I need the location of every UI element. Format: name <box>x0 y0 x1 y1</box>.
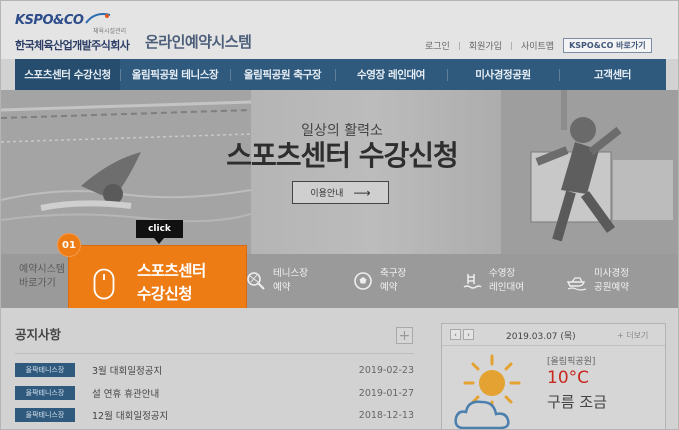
runner-image <box>501 90 678 254</box>
notice-date: 2019-01-27 <box>358 387 414 399</box>
login-link[interactable]: 로그인 <box>425 39 450 52</box>
logo-swoosh-icon <box>85 13 111 24</box>
weather-next-button[interactable]: › <box>463 329 474 340</box>
weather-widget: ‹ › 2019.03.07 (목) + 더보기 [올림픽공원] 10°C 구름… <box>441 323 666 429</box>
label-line1: 스포츠센터 <box>137 262 206 280</box>
notice-row[interactable]: 올팍테니스장 3월 대회일정공지 2019-02-23 <box>15 362 414 378</box>
weather-place: [올림픽공원] <box>547 357 596 367</box>
usage-guide-button[interactable]: 이용안내 ⟶ <box>292 181 389 204</box>
notice-text[interactable]: 12월 대회일정공지 <box>92 408 168 422</box>
quick-bar-label-line1: 예약시스템 <box>19 264 65 275</box>
signup-link[interactable]: 회원가입 <box>469 39 502 52</box>
arrow-right-icon: ⟶ <box>353 185 371 200</box>
quick-bar-label: 예약시스템 바로가기 <box>19 263 65 291</box>
quick-item-soccer-label: 축구장 예약 <box>380 267 406 295</box>
divider <box>510 41 512 50</box>
notice-divider <box>15 353 414 354</box>
divider <box>458 41 460 50</box>
label-line2: 예약 <box>380 282 398 293</box>
banner-title: 스포츠센터 수강신청 <box>226 139 459 172</box>
sun-cloud-icon <box>454 354 521 429</box>
mouse-icon <box>93 268 115 300</box>
quick-item-misa[interactable]: 미사경정 공원예약 <box>566 254 629 308</box>
notice-tag: 올팍테니스장 <box>15 408 75 422</box>
quick-item-sports-center-label: 스포츠센터 수강신청 <box>137 260 206 306</box>
page-frame: KSPO&CO 체육시설관리 한국체육산업개발주식회사 온라인예약시스템 로그인… <box>0 0 679 430</box>
quick-bar-label-line2: 바로가기 <box>19 278 56 289</box>
quick-item-soccer[interactable]: 축구장 예약 <box>352 254 406 308</box>
quick-item-misa-label: 미사경정 공원예약 <box>594 267 629 295</box>
notice-date: 2019-02-23 <box>358 364 414 376</box>
weather-date: 2019.03.07 (목) <box>506 332 576 342</box>
site-header: KSPO&CO 체육시설관리 한국체육산업개발주식회사 온라인예약시스템 로그인… <box>1 1 678 59</box>
tennis-icon <box>245 270 267 292</box>
notice-text[interactable]: 3월 대회일정공지 <box>92 363 162 377</box>
main-nav: 스포츠센터 수강신청 올림픽공원 테니스장 올림픽공원 축구장 수영장 레인대여… <box>15 59 666 90</box>
notice-row[interactable]: 올팍테니스장 설 연휴 휴관안내 2019-01-27 <box>15 385 414 401</box>
logo-subtext: 체육시설관리 <box>93 28 127 35</box>
main-banner: 일상의 활력소 스포츠센터 수강신청 이용안내 ⟶ <box>1 90 678 254</box>
label-line1: 축구장 <box>380 268 407 279</box>
weather-header: ‹ › 2019.03.07 (목) + 더보기 <box>442 324 665 346</box>
soccer-icon <box>352 270 374 292</box>
company-name: 한국체육산업개발주식회사 <box>15 39 130 52</box>
quick-item-tennis[interactable]: 테니스장 예약 <box>245 254 308 308</box>
boat-icon <box>566 270 588 292</box>
label-line1: 미사경정 <box>594 268 629 279</box>
click-tooltip: click <box>136 220 183 244</box>
site-title: 온라인예약시스템 <box>145 33 252 51</box>
label-line1: 테니스장 <box>273 268 308 279</box>
weather-temperature: 10°C <box>547 368 590 388</box>
label-line2: 예약 <box>273 282 291 293</box>
quick-item-swimming-label: 수영장 레인대여 <box>489 267 524 295</box>
sitemap-link[interactable]: 사이트맵 <box>521 39 554 52</box>
label-line2: 수강신청 <box>137 285 193 303</box>
notice-tag: 올팍테니스장 <box>15 386 75 400</box>
usage-guide-label: 이용안내 <box>310 189 344 199</box>
weather-more-link[interactable]: + 더보기 <box>617 330 648 341</box>
utility-links: 로그인 회원가입 사이트맵 KSPO&CO 바로가기 <box>425 38 652 53</box>
kspo-shortcut-button[interactable]: KSPO&CO 바로가기 <box>563 38 652 53</box>
nav-item-tennis[interactable]: 올림픽공원 테니스장 <box>120 59 230 90</box>
quick-item-tennis-label: 테니스장 예약 <box>273 267 308 295</box>
notice-row[interactable]: 올팍테니스장 12월 대회일정공지 2018-12-13 <box>15 407 414 423</box>
notice-text[interactable]: 설 연휴 휴관안내 <box>92 386 159 400</box>
label-line2: 레인대여 <box>489 282 524 293</box>
label-line1: 수영장 <box>489 268 516 279</box>
notice-title: 공지사항 <box>15 327 62 342</box>
notice-more-button[interactable]: + <box>396 327 413 344</box>
swimming-icon <box>461 270 483 292</box>
label-line2: 공원예약 <box>594 282 629 293</box>
logo-mark: KSPO&CO <box>15 13 84 28</box>
quick-item-swimming[interactable]: 수영장 레인대여 <box>461 254 524 308</box>
nav-item-sports-center[interactable]: 스포츠센터 수강신청 <box>15 59 120 90</box>
lower-content: 공지사항 + 올팍테니스장 3월 대회일정공지 2019-02-23 올팍테니스… <box>1 308 678 429</box>
nav-item-customer-center[interactable]: 고객센터 <box>559 59 666 90</box>
weather-description: 구름 조금 <box>547 393 607 411</box>
nav-item-soccer[interactable]: 올림픽공원 축구장 <box>230 59 335 90</box>
kspo-logo[interactable]: KSPO&CO 체육시설관리 한국체육산업개발주식회사 <box>15 13 143 53</box>
nav-item-misa[interactable]: 미사경정공원 <box>447 59 559 90</box>
nav-item-swimming[interactable]: 수영장 레인대여 <box>335 59 447 90</box>
notice-date: 2018-12-13 <box>358 409 414 421</box>
notice-tag: 올팍테니스장 <box>15 363 75 377</box>
step-badge: 01 <box>57 233 81 257</box>
weather-prev-button[interactable]: ‹ <box>450 329 461 340</box>
